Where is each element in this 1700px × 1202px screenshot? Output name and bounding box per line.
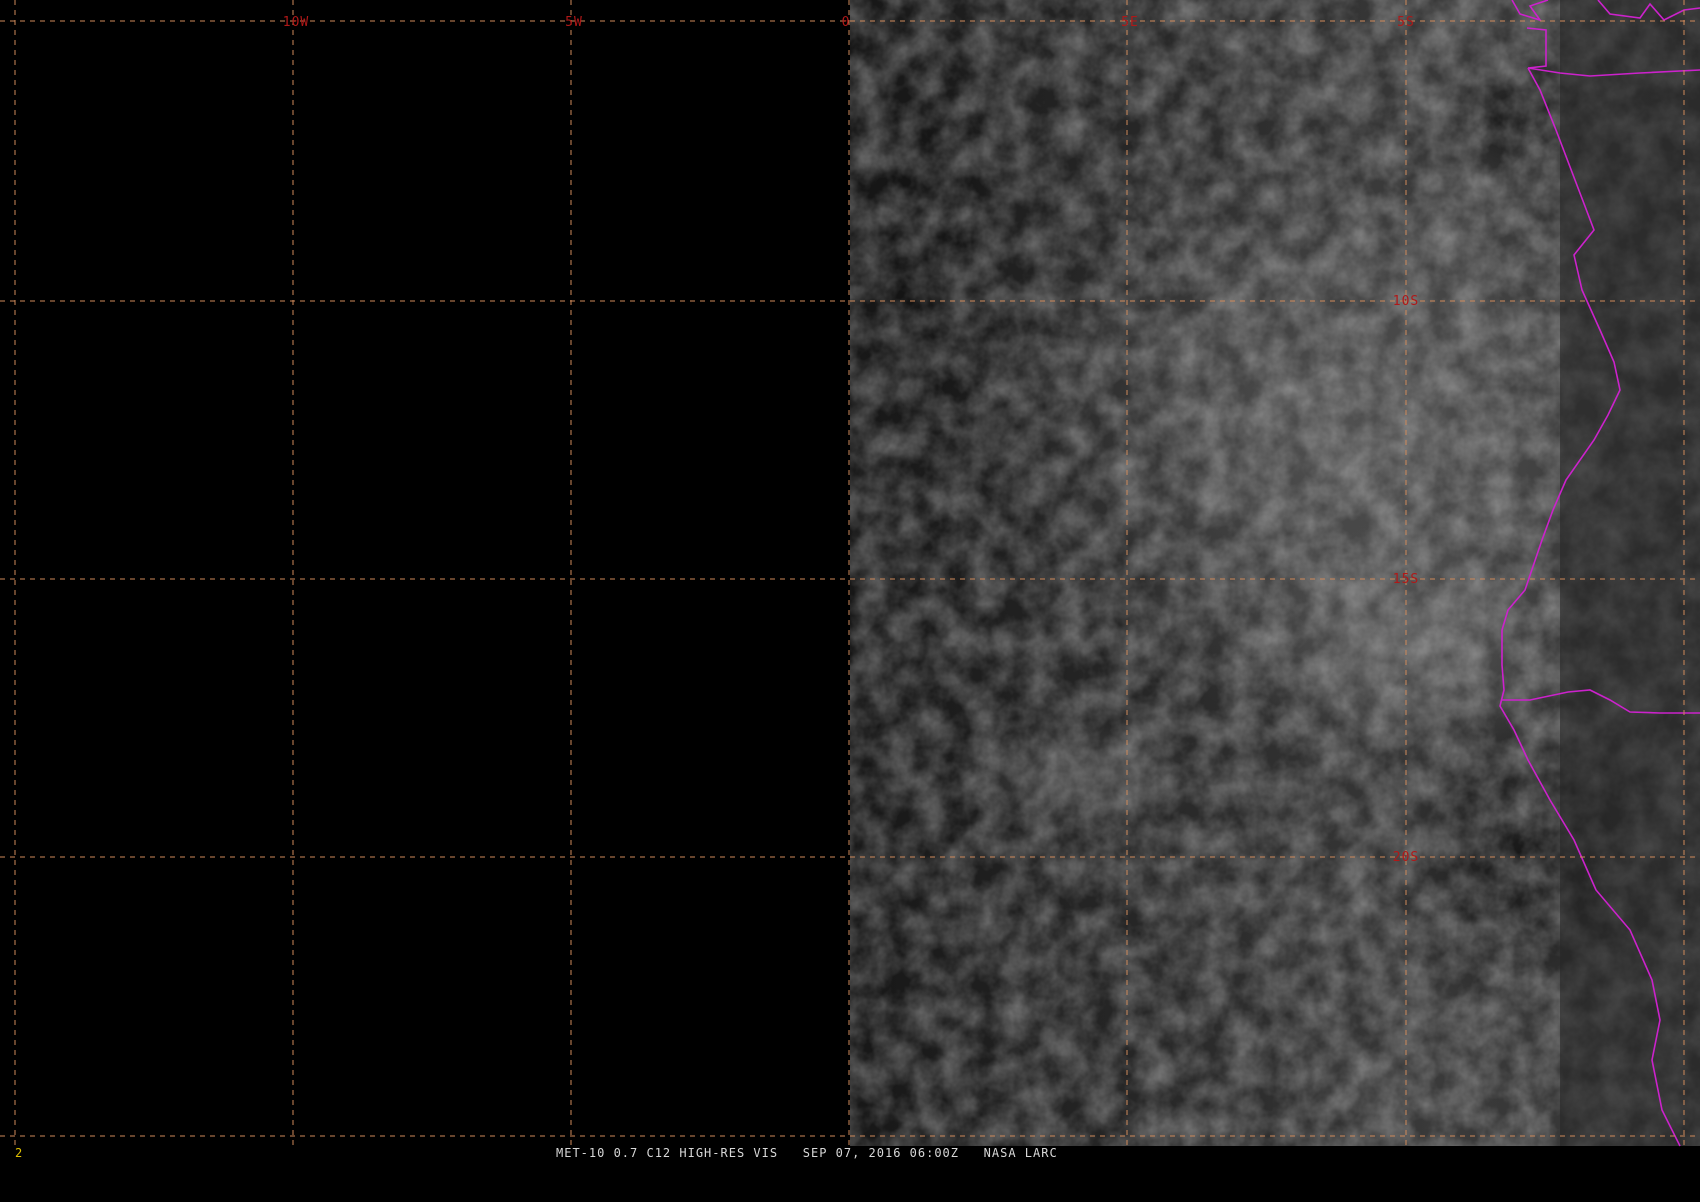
status-bar: 2 MET-10 0.7 C12 HIGH-RES VIS SEP 07, 20… bbox=[0, 1146, 1700, 1160]
satellite-image-viewer: 10W 5W 0 5E 5S 10S 15S 20S 2 MET-10 0.7 C12 HIG… bbox=[0, 0, 1700, 1160]
longitude-label: 5S bbox=[1397, 15, 1415, 30]
longitude-label: 5W bbox=[565, 15, 583, 30]
latitude-label: 15S bbox=[1393, 572, 1419, 587]
longitude-label: 5E bbox=[1121, 15, 1139, 30]
frame-number: 2 bbox=[15, 1146, 24, 1160]
land-area bbox=[1560, 0, 1700, 1146]
latitude-label: 10S bbox=[1393, 294, 1419, 309]
satellite-imagery-map: 10W 5W 0 5E 5S 10S 15S 20S bbox=[0, 0, 1700, 1147]
image-caption: MET-10 0.7 C12 HIGH-RES VIS SEP 07, 2016… bbox=[556, 1146, 1058, 1160]
latitude-label: 20S bbox=[1393, 850, 1419, 865]
longitude-label: 0 bbox=[842, 15, 851, 30]
longitude-label: 10W bbox=[283, 15, 309, 30]
